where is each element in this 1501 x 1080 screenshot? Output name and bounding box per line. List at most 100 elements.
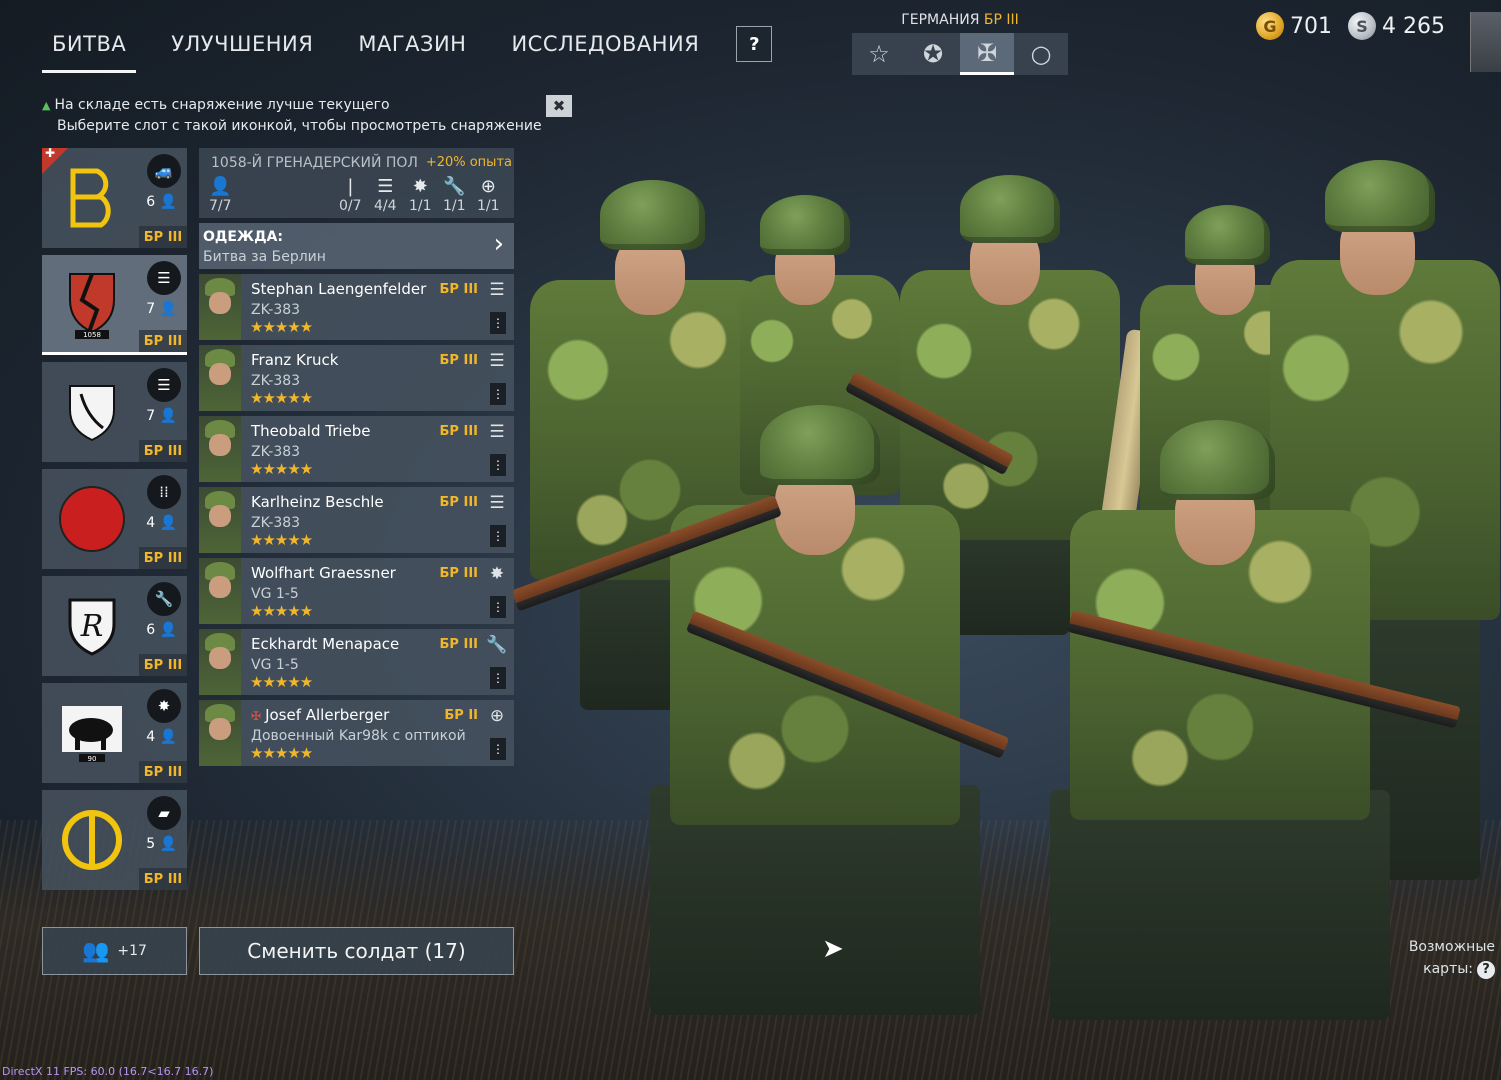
squad-card[interactable]: ⁞⁞ 4 👤 БР III (42, 469, 187, 569)
soldier-portrait (199, 700, 241, 766)
silver-balance[interactable]: S 4 265 (1348, 12, 1445, 40)
vehicle-icon: 🚙 (147, 154, 181, 188)
change-soldiers-button[interactable]: Сменить солдат (17) (199, 927, 514, 975)
squad-br: БР III (139, 330, 187, 352)
soldier-row[interactable]: Stephan Laengenfelder ZK-383 ★★★★★ БР II… (199, 274, 514, 340)
soldier-name: Wolfhart Graessner (251, 564, 396, 582)
gold-value: 701 (1290, 13, 1332, 39)
soldier-br: БР III (439, 637, 478, 652)
soldier-name: Theobald Triebe (251, 422, 371, 440)
more-options-button[interactable]: ⋮ (490, 525, 506, 547)
soldier-row[interactable]: Franz Kruck ZK-383 ★★★★★ БР III ☰ ⋮ (199, 345, 514, 411)
squad-card[interactable]: ▰ 5 👤 БР III (42, 790, 187, 890)
gold-balance[interactable]: G 701 (1256, 12, 1332, 40)
nation-tabs: ☆ ✪ ✠ ○ (852, 33, 1068, 75)
soldier-weapon: ZK-383 (251, 515, 301, 531)
tab-upgrades[interactable]: УЛУЧШЕНИЯ (161, 26, 323, 70)
soldier-name: Franz Kruck (251, 351, 339, 369)
more-options-button[interactable]: ⋮ (490, 738, 506, 760)
squad-br: БР III (139, 226, 187, 248)
star-badge-icon[interactable]: ✪ (906, 33, 960, 75)
soldier-icon: 👤 (209, 176, 232, 197)
slot-radio[interactable]: ☰ 4/4 (374, 176, 397, 214)
possible-maps[interactable]: Возможные карты:? (1409, 936, 1495, 980)
squad-size: 4 👤 (146, 515, 177, 531)
squad-card[interactable]: 1058 ☰ 7 👤 БР III (42, 255, 187, 355)
radio-icon: ☰ (489, 280, 505, 300)
ammo-icon: ⁞⁞ (147, 475, 181, 509)
main-nav: БИТВА УЛУЧШЕНИЯ МАГАЗИН ИССЛЕДОВАНИЯ ? (42, 26, 773, 73)
slot-sniper[interactable]: ⊕ 1/1 (477, 176, 500, 214)
slot-rifle[interactable]: ❘ 0/7 (339, 176, 362, 214)
tab-research[interactable]: ИССЛЕДОВАНИЯ (501, 26, 709, 70)
star-icon[interactable]: ☆ (852, 33, 906, 75)
fps-counter: DirectX 11 FPS: 60.0 (16.7<16.7 16.7) (2, 1065, 214, 1078)
mouse-cursor-icon: ➤ (822, 934, 844, 964)
soldier-row[interactable]: Theobald Triebe ZK-383 ★★★★★ БР III ☰ ⋮ (199, 416, 514, 482)
svg-text:R: R (80, 609, 104, 644)
squad-card[interactable]: ✚ 🚙 6 👤 БР III (42, 146, 187, 248)
rating-stars: ★★★★★ (250, 460, 313, 478)
squad-card[interactable]: R 🔧 6 👤 БР III (42, 576, 187, 676)
soldier-portrait (199, 345, 241, 411)
soldiers-group-icon: 👥 (82, 938, 110, 964)
rating-stars: ★★★★★ (250, 318, 313, 336)
squad-br: БР III (139, 761, 187, 783)
soldier-weapon: ZK-383 (251, 302, 301, 318)
outfit-selector[interactable]: ОДЕЖДА: Битва за Берлин › (199, 223, 514, 269)
more-options-button[interactable]: ⋮ (490, 312, 506, 334)
plus-icon: ✚ (45, 146, 56, 160)
soldier-portrait (199, 558, 241, 624)
squad-size: 6 👤 (146, 194, 177, 210)
soldier-weapon: VG 1-5 (251, 586, 299, 602)
wrench-icon: 🔧 (443, 176, 466, 197)
close-notice-button[interactable]: ✖ (546, 95, 572, 117)
silver-value: 4 265 (1382, 13, 1445, 39)
flame-icon: ✸ (412, 176, 428, 197)
squad-br: БР III (139, 440, 187, 462)
soldier-list: Stephan Laengenfelder ZK-383 ★★★★★ БР II… (199, 274, 514, 766)
profile-avatar[interactable] (1470, 12, 1501, 72)
squad-name: 1058-Й ГРЕНАДЕРСКИЙ ПОЛ (211, 155, 418, 171)
flame-icon: ✸ (489, 564, 505, 584)
soldier-name: ✠ Josef Allerberger (251, 706, 390, 724)
iron-cross-icon[interactable]: ✠ (960, 33, 1014, 75)
recruit-button[interactable]: 👥 +17 (42, 927, 187, 975)
rating-stars: ★★★★★ (250, 673, 313, 691)
slot-flamer[interactable]: ✸ 1/1 (409, 176, 432, 214)
tab-shop[interactable]: МАГАЗИН (348, 26, 476, 70)
soldier-name: Eckhardt Menapace (251, 635, 400, 653)
squad-card[interactable]: ☰ 7 👤 БР III (42, 362, 187, 462)
svg-text:90: 90 (88, 755, 97, 763)
help-button[interactable]: ? (736, 26, 773, 62)
squad-size: 4 👤 (146, 729, 177, 745)
squad-card[interactable]: 90 ✸ 4 👤 БР III (42, 683, 187, 783)
soldier-br: БР II (444, 708, 478, 723)
squad-br: БР III (139, 654, 187, 676)
squad-br: БР III (139, 547, 187, 569)
squad-emblem (52, 376, 132, 448)
wrench-icon: 🔧 (486, 635, 508, 655)
slot-soldiers[interactable]: 👤 7/7 (209, 176, 232, 214)
radio-icon: ☰ (147, 261, 181, 295)
soldier-row[interactable]: Eckhardt Menapace VG 1-5 ★★★★★ БР III 🔧 … (199, 629, 514, 695)
squad-detail-panel: 1058-Й ГРЕНАДЕРСКИЙ ПОЛ +20% опыта 👤 7/7 … (199, 148, 514, 771)
soldier-model (1050, 420, 1390, 1020)
crosshair-icon: ⊕ (480, 176, 496, 197)
question-icon: ? (1477, 961, 1495, 979)
soldier-row[interactable]: Karlheinz Beschle ZK-383 ★★★★★ БР III ☰ … (199, 487, 514, 553)
squad-list: ✚ 🚙 6 👤 БР III 1058 ☰ 7 👤 БР III ☰ 7 👤 Б… (42, 146, 187, 897)
more-options-button[interactable]: ⋮ (490, 596, 506, 618)
tab-battle[interactable]: БИТВА (42, 26, 137, 73)
soldier-portrait (199, 487, 241, 553)
soldier-row[interactable]: ✠ Josef Allerberger Довоенный Kar98k с оп… (199, 700, 514, 766)
more-options-button[interactable]: ⋮ (490, 667, 506, 689)
radio-icon: ☰ (147, 368, 181, 402)
squad-emblem (52, 483, 132, 555)
more-options-button[interactable]: ⋮ (490, 454, 506, 476)
slot-engineer[interactable]: 🔧 1/1 (443, 176, 466, 214)
soldier-row[interactable]: Wolfhart Graessner VG 1-5 ★★★★★ БР III ✸… (199, 558, 514, 624)
roundel-icon[interactable]: ○ (1014, 33, 1068, 75)
tank-icon: ▰ (147, 796, 181, 830)
more-options-button[interactable]: ⋮ (490, 383, 506, 405)
